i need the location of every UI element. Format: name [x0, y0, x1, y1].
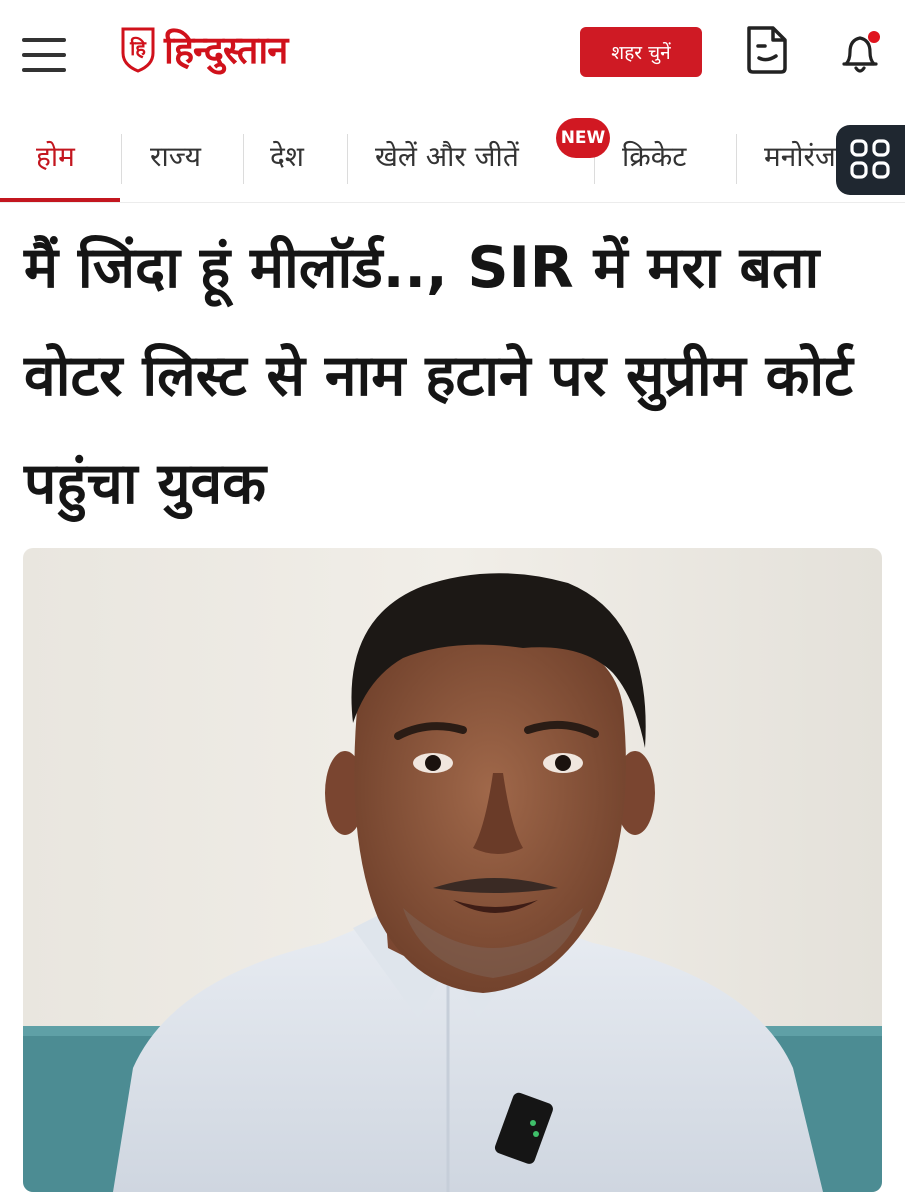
site-logo[interactable]: हि हिन्दुस्तान: [120, 22, 288, 76]
logo-shield-icon: हि: [121, 27, 155, 73]
active-tab-indicator: [0, 198, 120, 202]
article-photo[interactable]: [23, 548, 882, 1192]
epaper-icon[interactable]: [743, 24, 791, 76]
nav-item-cricket[interactable]: क्रिकेट: [622, 110, 686, 202]
nav-item-play-and-win[interactable]: खेलें और जीतें: [375, 110, 519, 202]
bell-icon[interactable]: [838, 28, 884, 78]
choose-city-button[interactable]: शहर चुनें: [580, 27, 702, 77]
nav-divider: [736, 134, 737, 184]
hamburger-menu-icon[interactable]: [22, 38, 66, 74]
nav-item-states[interactable]: राज्य: [150, 110, 201, 202]
apps-grid-icon[interactable]: [836, 125, 905, 195]
nav-divider: [243, 134, 244, 184]
logo-mark-text: हि: [129, 36, 147, 60]
new-badge: NEW: [556, 118, 610, 158]
category-nav: होम राज्य देश खेलें और जीतें क्रिकेट मनो…: [0, 110, 905, 203]
nav-divider: [121, 134, 122, 184]
nav-item-country[interactable]: देश: [270, 110, 304, 202]
top-header: हि हिन्दुस्तान शहर चुनें: [0, 0, 905, 108]
nav-item-home[interactable]: होम: [36, 110, 75, 202]
article-headline: मैं जिंदा हूं मीलॉर्ड.., SIR में मरा बता…: [24, 235, 853, 517]
logo-text: हिन्दुस्तान: [164, 27, 288, 72]
nav-divider: [347, 134, 348, 184]
